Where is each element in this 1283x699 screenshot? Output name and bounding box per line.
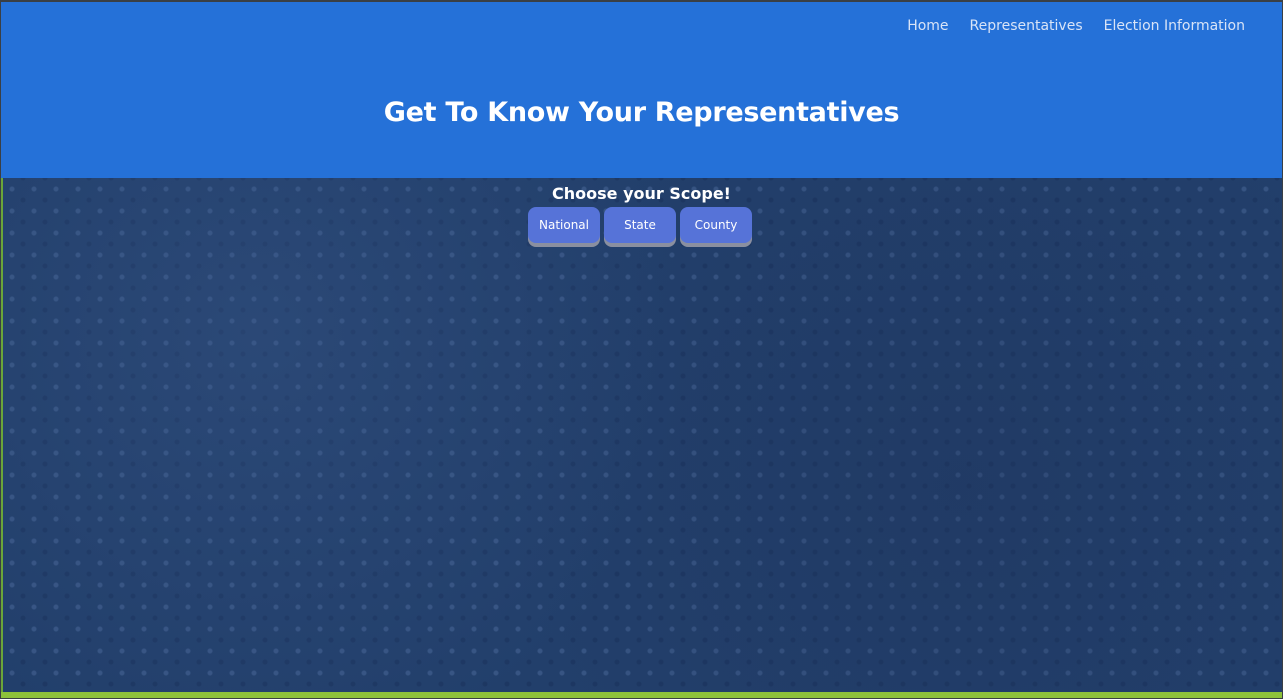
county-button[interactable]: County [680,207,752,243]
state-button[interactable]: State [604,207,676,243]
page: Home Representatives Election Informatio… [0,0,1283,699]
top-nav: Home Representatives Election Informatio… [907,18,1245,34]
nav-home-link[interactable]: Home [907,18,948,34]
nav-representatives-link[interactable]: Representatives [970,18,1083,34]
footer-accent-bar [1,692,1282,698]
scope-heading: Choose your Scope! [552,184,731,203]
header: Home Representatives Election Informatio… [1,2,1282,178]
scope-button-group: National State County [528,207,752,243]
left-accent-bar [1,178,3,698]
national-button[interactable]: National [528,207,600,243]
content-area: Choose your Scope! National State County [1,178,1282,692]
page-title: Get To Know Your Representatives [383,97,900,128]
nav-election-information-link[interactable]: Election Information [1104,18,1245,34]
